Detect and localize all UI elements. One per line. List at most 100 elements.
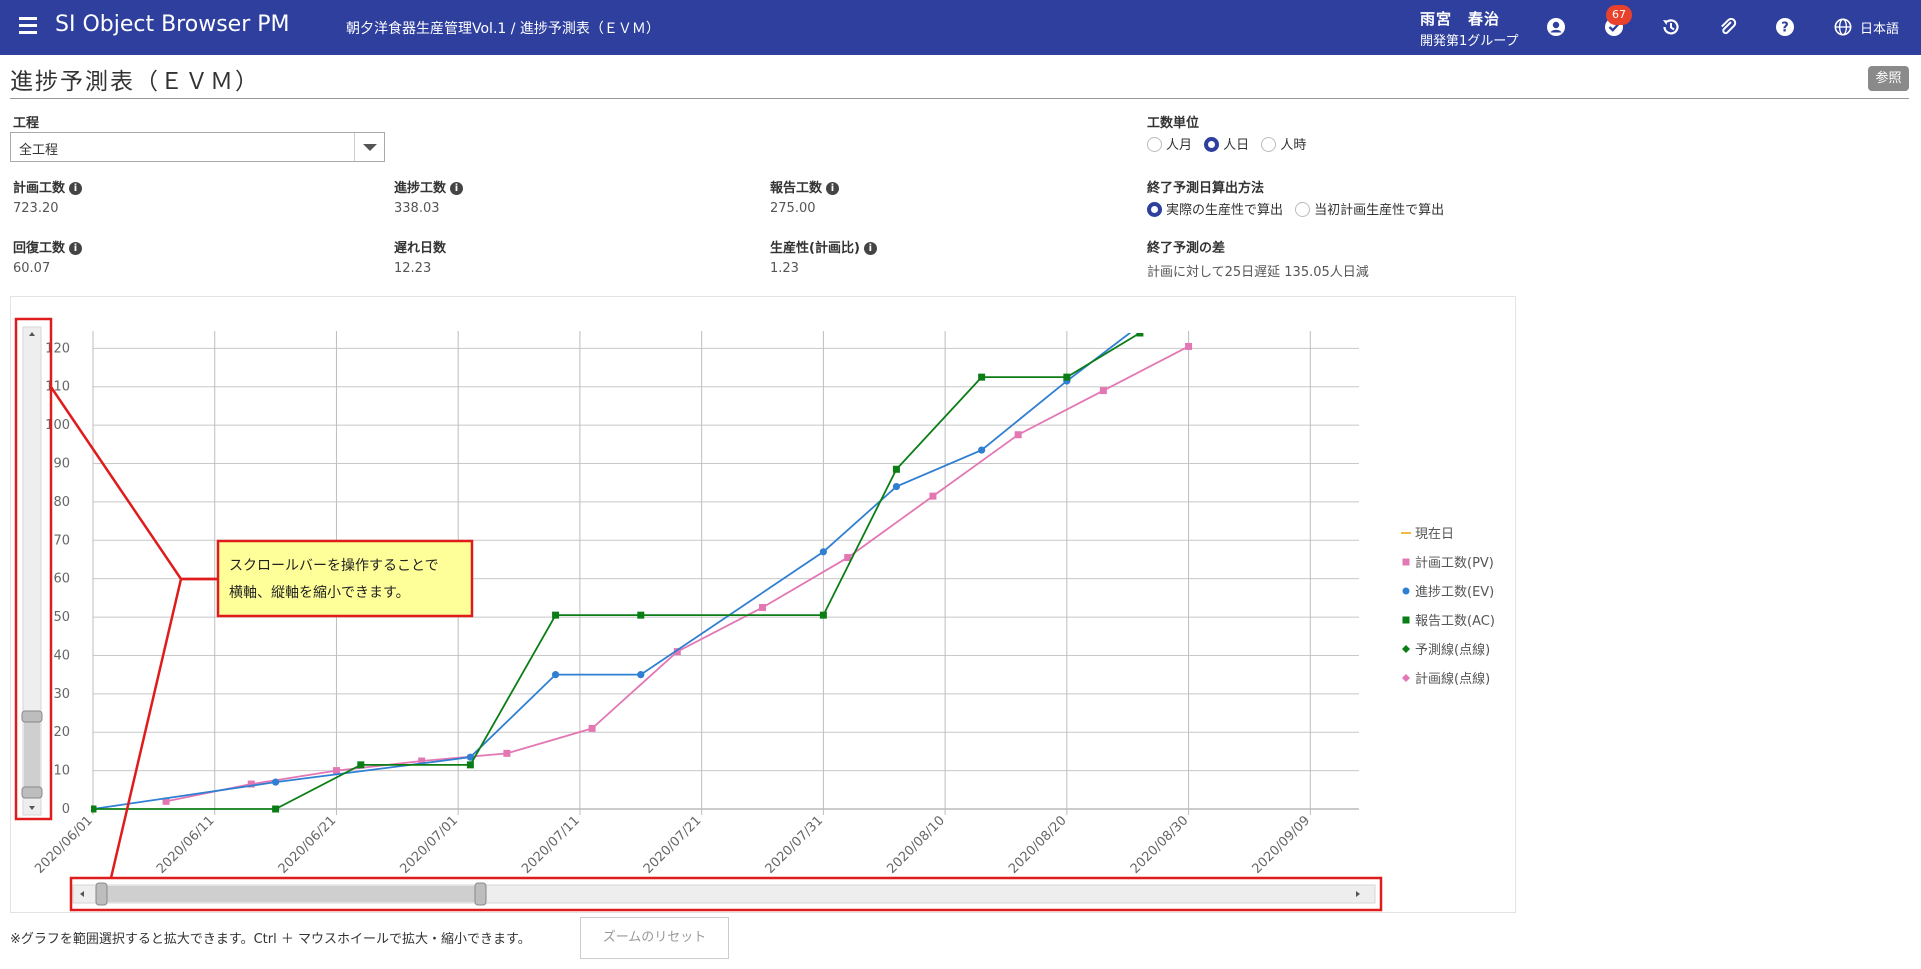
data-point <box>271 778 280 786</box>
callout-line <box>49 386 218 581</box>
menu-icon[interactable] <box>19 17 37 37</box>
forecast-diff-label: 終了予測の差 <box>1147 241 1226 256</box>
x-tick-label: 2020/08/20 <box>1006 813 1070 877</box>
zoom-note: ※グラフを範囲選択すると拡大できます。Ctrl ＋ マウスホイールで拡大・縮小で… <box>10 932 531 947</box>
user-name: 雨宮 春治 <box>1420 10 1501 28</box>
data-point <box>272 805 280 813</box>
unit-option-hour[interactable]: 人時 <box>1261 134 1306 153</box>
report-effort-value: 275.00 <box>770 201 816 216</box>
info-icon[interactable]: i <box>450 182 464 195</box>
y-tick-label: 60 <box>53 572 70 587</box>
data-point <box>637 611 645 619</box>
notification-badge[interactable]: 67 <box>1606 5 1632 25</box>
help-icon[interactable]: ? <box>1775 17 1795 37</box>
productivity-label: 生産性(計画比) i <box>770 237 877 256</box>
y-tick-label: 80 <box>53 495 70 510</box>
data-point <box>588 724 596 732</box>
legend-entry[interactable]: 計画工数(PV) <box>1415 555 1494 571</box>
plan-effort-label: 計画工数 i <box>13 177 83 196</box>
data-point <box>466 761 474 769</box>
y-tick-label: 50 <box>53 610 70 625</box>
vertical-scroll-handle-top[interactable] <box>21 710 43 723</box>
data-point <box>1136 322 1143 329</box>
data-point <box>1014 431 1022 439</box>
y-tick-label: 30 <box>53 687 70 702</box>
delay-days-value: 12.23 <box>394 261 432 276</box>
globe-icon[interactable] <box>1834 18 1852 36</box>
annotation-text: 横軸、縦軸を縮小できます。 <box>229 585 410 601</box>
radio-on[interactable] <box>1147 202 1162 217</box>
legend-entry[interactable]: 予測線(点線) <box>1415 642 1490 658</box>
data-point <box>357 761 365 769</box>
divider <box>10 98 1909 99</box>
x-tick-label: 2020/08/30 <box>1128 813 1192 877</box>
unit-label: 工数単位 <box>1147 116 1200 131</box>
data-point <box>503 749 511 757</box>
info-icon[interactable]: i <box>863 242 877 255</box>
process-select[interactable]: 全工程 <box>10 132 385 162</box>
data-point <box>929 492 937 500</box>
radio-on[interactable] <box>1204 137 1220 152</box>
annotation-box <box>216 539 474 618</box>
data-point <box>892 465 900 473</box>
y-tick-label: 10 <box>53 764 70 779</box>
y-tick-label: 90 <box>53 457 70 472</box>
data-point <box>91 805 97 813</box>
data-point <box>978 446 986 454</box>
data-point <box>978 373 986 381</box>
x-tick-label: 2020/06/01 <box>32 813 96 877</box>
vertical-scroll-range[interactable] <box>24 713 40 793</box>
method-option-actual[interactable]: 実際の生産性で算出 <box>1147 199 1283 218</box>
attachment-icon[interactable] <box>1718 17 1738 37</box>
legend-entry[interactable]: 報告工数(AC) <box>1415 614 1495 629</box>
evm-chart-svg[interactable]: 0 10 20 30 40 50 60 70 80 90 100 110 120 2020/06/01 20… <box>11 297 1517 914</box>
account-icon[interactable] <box>1546 17 1566 37</box>
svg-text:?: ? <box>1781 21 1789 36</box>
radio-off[interactable] <box>1295 202 1311 217</box>
info-icon[interactable]: i <box>826 182 840 195</box>
info-icon[interactable]: i <box>69 182 83 195</box>
data-point <box>1185 342 1193 350</box>
x-tick-label: 2020/09/09 <box>1250 813 1314 877</box>
data-point <box>759 603 767 611</box>
x-tick-label: 2020/06/21 <box>276 813 340 877</box>
unit-radio-group: 人月 人日 人時 <box>1147 134 1314 153</box>
vertical-scroll-handle-bottom[interactable] <box>21 786 43 799</box>
language-selector[interactable]: 日本語 <box>1860 18 1899 37</box>
progress-effort-value: 338.03 <box>394 201 440 216</box>
reset-zoom-button[interactable]: ズームのリセット <box>580 917 729 959</box>
y-tick-label: 100 <box>45 418 70 433</box>
forecast-diff-value: 計画に対して25日遅延 135.05人日減 <box>1147 265 1369 280</box>
legend-marker <box>1402 674 1410 682</box>
info-icon[interactable]: i <box>69 242 83 255</box>
data-point <box>892 482 901 491</box>
radio-off[interactable] <box>1261 137 1277 152</box>
radio-off[interactable] <box>1147 137 1162 152</box>
horizontal-scroll-handle-right[interactable] <box>474 882 487 906</box>
history-icon[interactable] <box>1661 17 1681 37</box>
legend-entry[interactable]: 計画線(点線) <box>1415 671 1490 687</box>
process-select-value: 全工程 <box>19 143 59 158</box>
data-point <box>819 548 827 556</box>
legend-marker <box>1402 558 1410 566</box>
app-title[interactable]: SI Object Browser PM <box>55 12 289 37</box>
method-option-initial[interactable]: 当初計画生産性で算出 <box>1295 199 1444 218</box>
evm-chart[interactable]: 0 10 20 30 40 50 60 70 80 90 100 110 120 2020/06/01 20… <box>10 296 1516 913</box>
horizontal-scroll-handle-left[interactable] <box>95 882 108 906</box>
legend-entry[interactable]: 現在日 <box>1415 527 1454 542</box>
x-tick-label: 2020/07/01 <box>397 813 461 877</box>
breadcrumb: 朝夕洋食器生産管理Vol.1 / 進捗予測表（ＥＶＭ） <box>346 21 660 37</box>
y-tick-label: 20 <box>53 725 70 740</box>
unit-option-month[interactable]: 人月 <box>1147 134 1192 153</box>
chevron-down-icon[interactable] <box>354 133 384 161</box>
report-effort-label: 報告工数 i <box>770 177 840 196</box>
legend-entry[interactable]: 進捗工数(EV) <box>1415 585 1494 600</box>
data-point <box>1099 387 1107 395</box>
method-label: 終了予測日算出方法 <box>1147 181 1265 196</box>
y-tick-label: 0 <box>62 802 70 817</box>
reference-button[interactable]: 参照 <box>1868 66 1909 91</box>
unit-option-day[interactable]: 人日 <box>1204 134 1249 153</box>
data-point <box>1063 373 1071 381</box>
horizontal-scroll-range[interactable] <box>101 886 481 902</box>
data-point <box>637 671 645 679</box>
